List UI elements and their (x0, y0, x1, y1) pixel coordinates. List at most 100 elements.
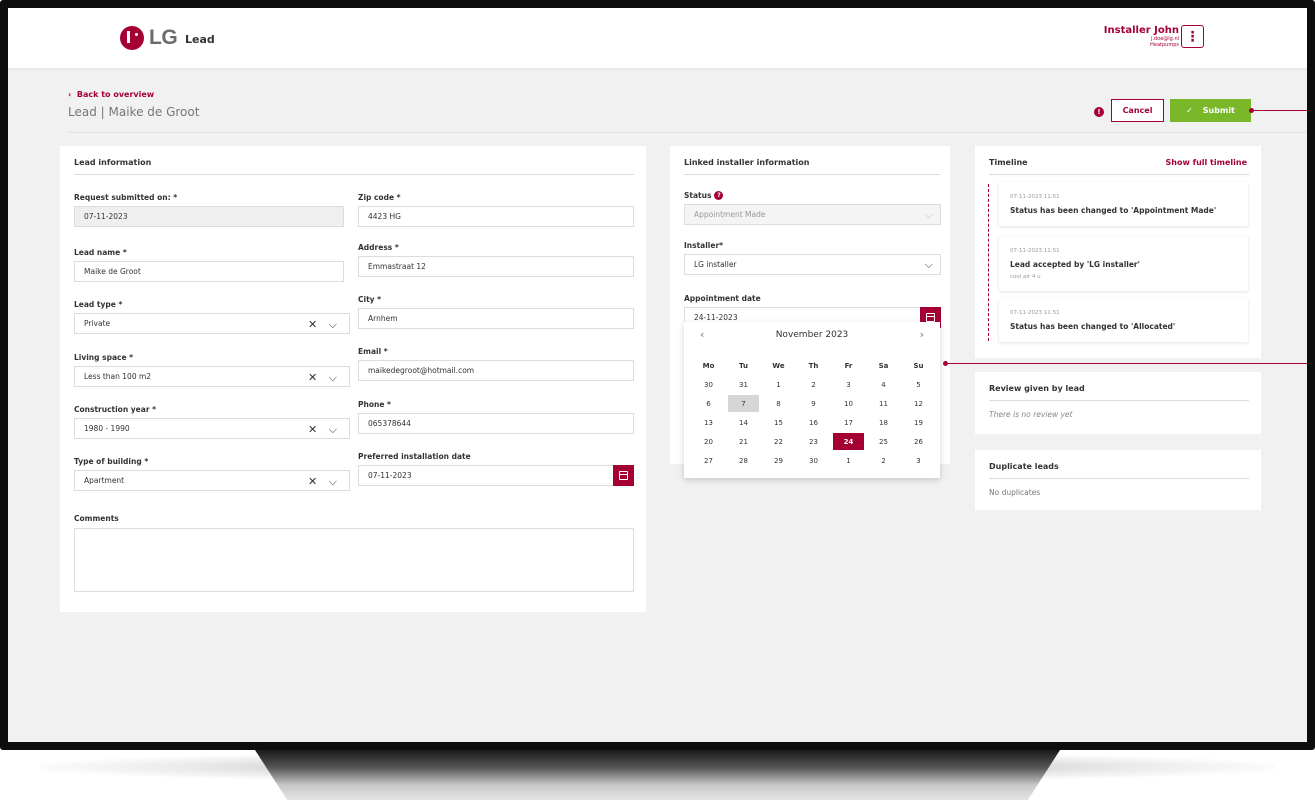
clear-and-chevron-icon[interactable]: ✕ ⌵ (308, 318, 341, 332)
calendar-day[interactable]: 20 (691, 432, 726, 451)
timeline-entry-text: Status has been changed to 'Allocated' (1010, 322, 1176, 331)
clear-and-chevron-icon[interactable]: ✕ ⌵ (308, 371, 341, 385)
submit-button[interactable]: ✓ Submit (1170, 99, 1251, 122)
next-month-icon[interactable]: › (920, 328, 924, 341)
calendar-day[interactable]: 30 (796, 451, 831, 470)
construction-year-select[interactable]: 1980 - 1990 ✕ ⌵ (74, 418, 350, 439)
duplicates-empty-text: No duplicates (989, 488, 1041, 497)
request-submitted-value: 07-11-2023 (84, 212, 128, 221)
calendar-day[interactable]: 18 (866, 413, 901, 432)
lead-name-value: Maike de Groot (84, 267, 141, 276)
calendar-day[interactable]: 1 (831, 451, 866, 470)
calendar-day[interactable]: 3 (831, 375, 866, 394)
email-label: Email * (358, 347, 388, 356)
calendar-day[interactable]: 9 (796, 394, 831, 413)
zip-code-input[interactable]: 4423 HG (358, 206, 634, 227)
logo-text: LG (149, 26, 178, 49)
calendar-day[interactable]: 13 (691, 413, 726, 432)
calendar-day[interactable]: 16 (796, 413, 831, 432)
calendar-day[interactable]: 11 (866, 394, 901, 413)
calendar-day[interactable]: 2 (866, 451, 901, 470)
top-header: LG Lead Installer John j.doe@lg.nl Heatp… (8, 8, 1307, 68)
phone-label: Phone * (358, 400, 391, 409)
calendar-day[interactable]: 1 (761, 375, 796, 394)
request-submitted-label: Request submitted on: * (74, 193, 178, 202)
calendar-day[interactable]: 12 (901, 394, 936, 413)
calendar-day[interactable]: 5 (901, 375, 936, 394)
calendar-weekday: Tu (739, 361, 748, 370)
calendar-day[interactable]: 21 (726, 432, 761, 451)
status-label-text: Status (684, 191, 712, 200)
phone-input[interactable]: 065378644 (358, 413, 634, 434)
construction-year-label: Construction year * (74, 405, 157, 414)
status-label: Status? (684, 191, 724, 200)
user-group: Heatpumps (1150, 42, 1179, 48)
callout-line-calendar (946, 363, 1307, 364)
installer-select[interactable]: LG installer ⌵ (684, 254, 941, 275)
timeline-entry: 07-11-2023 11:51 Status has been changed… (999, 298, 1248, 342)
callout-line-submit (1251, 110, 1307, 111)
info-icon[interactable]: ! (1094, 107, 1104, 117)
calendar-weekday: Su (913, 361, 924, 370)
back-to-overview-link[interactable]: ‹ Back to overview (68, 90, 154, 99)
app-title: Lead (185, 33, 215, 46)
calendar-day[interactable]: 3 (901, 451, 936, 470)
calendar-day-selected[interactable]: 24 (833, 433, 864, 450)
title-divider (68, 132, 1307, 133)
user-info: Installer John j.doe@lg.nl Heatpumps (1104, 25, 1179, 48)
clear-and-chevron-icon[interactable]: ✕ ⌵ (308, 475, 341, 489)
email-input[interactable]: maikedegroot@hotmail.com (358, 360, 634, 381)
calendar-day[interactable]: 2 (796, 375, 831, 394)
calendar-day-today[interactable]: 7 (728, 395, 759, 412)
timeline-entry-text: Lead accepted by 'LG installer' (1010, 260, 1140, 269)
calendar-day[interactable]: 17 (831, 413, 866, 432)
installer-label: Installer* (684, 241, 724, 250)
preferred-date-label: Preferred installation date (358, 452, 471, 461)
help-icon[interactable]: ? (714, 191, 724, 200)
timeline-rule (989, 174, 1249, 175)
calendar-day[interactable]: 22 (761, 432, 796, 451)
calendar-day[interactable]: 30 (691, 375, 726, 394)
calendar-day[interactable]: 19 (901, 413, 936, 432)
chevron-down-icon[interactable]: ⌵ (925, 258, 933, 272)
back-link-label: Back to overview (76, 90, 155, 99)
kebab-menu-icon[interactable]: ⋮ (1181, 25, 1204, 48)
callout-dot-submit (1249, 108, 1254, 113)
comments-textarea[interactable] (74, 528, 634, 592)
calendar-icon[interactable] (613, 465, 634, 486)
lead-name-input[interactable]: Maike de Groot (74, 261, 344, 282)
calendar-day[interactable]: 25 (866, 432, 901, 451)
calendar-day[interactable]: 10 (831, 394, 866, 413)
calendar-day[interactable]: 31 (726, 375, 761, 394)
living-space-select[interactable]: Less than 100 m2 ✕ ⌵ (74, 366, 350, 387)
calendar-day[interactable]: 28 (726, 451, 761, 470)
cancel-button[interactable]: Cancel (1111, 99, 1164, 122)
phone-value: 065378644 (368, 419, 411, 428)
duplicates-rule (989, 478, 1249, 479)
lead-type-select[interactable]: Private ✕ ⌵ (74, 313, 350, 334)
calendar-day[interactable]: 23 (796, 432, 831, 451)
calendar-day[interactable]: 4 (866, 375, 901, 394)
preferred-date-input[interactable]: 07-11-2023 (358, 465, 634, 486)
calendar-day[interactable]: 15 (761, 413, 796, 432)
calendar-day[interactable]: 26 (901, 432, 936, 451)
timeline-entry-time: 07-11-2023 11:51 (1010, 248, 1060, 254)
calendar-day[interactable]: 27 (691, 451, 726, 470)
timeline-title: Timeline (989, 158, 1028, 167)
calendar-day[interactable]: 29 (761, 451, 796, 470)
request-submitted-field: 07-11-2023 (74, 206, 344, 227)
calendar-day[interactable]: 8 (761, 394, 796, 413)
calendar-weekday: Th (808, 361, 819, 370)
show-full-timeline-link[interactable]: Show full timeline (1165, 158, 1247, 167)
address-input[interactable]: Emmastraat 12 (358, 256, 634, 277)
calendar-day[interactable]: 14 (726, 413, 761, 432)
calendar-day[interactable]: 6 (691, 394, 726, 413)
submit-label: Submit (1202, 106, 1235, 115)
city-input[interactable]: Arnhem (358, 308, 634, 329)
building-type-select[interactable]: Apartment ✕ ⌵ (74, 470, 350, 491)
clear-and-chevron-icon[interactable]: ✕ ⌵ (308, 423, 341, 437)
construction-year-value: 1980 - 1990 (84, 424, 130, 433)
timeline-entry-note: cool air 4 u (1010, 274, 1041, 280)
timeline-entry-time: 07-11-2023 11:51 (1010, 194, 1060, 200)
lg-logo[interactable]: LG (120, 26, 178, 50)
